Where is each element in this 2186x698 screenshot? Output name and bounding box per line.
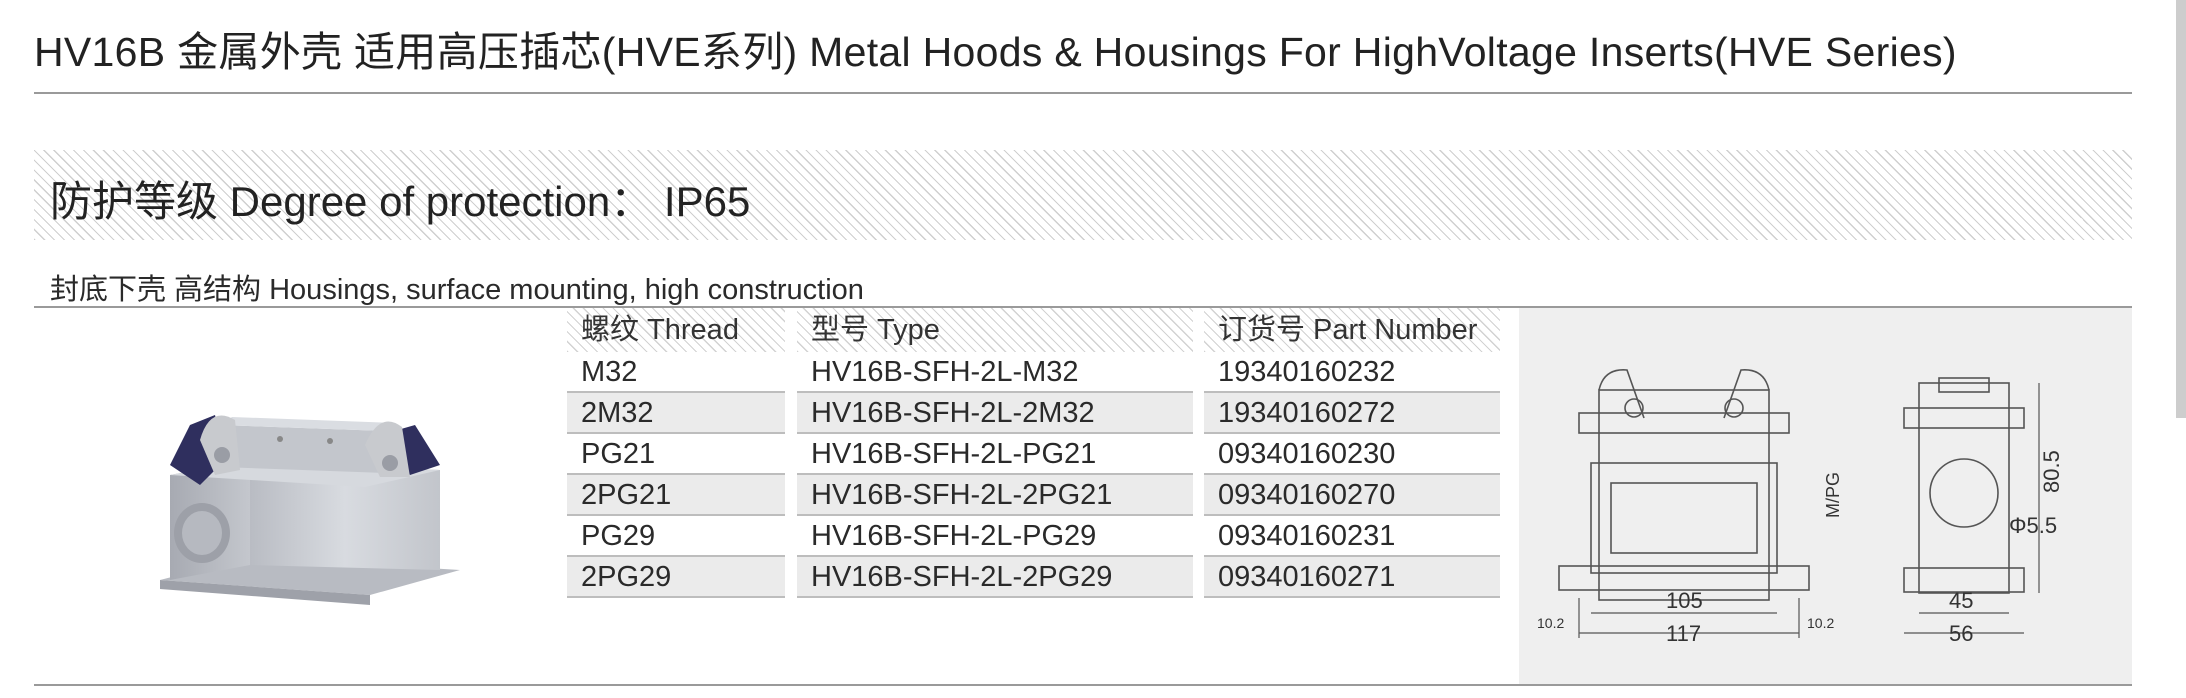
- table-cell-type: HV16B-SFH-2L-M32: [797, 352, 1193, 393]
- section-subtitle: 封底下壳 高结构 Housings, surface mounting, hig…: [50, 274, 864, 306]
- front-edge-left: 10.2: [1537, 615, 1564, 631]
- table-cell-part-number: 19340160232: [1204, 352, 1500, 393]
- table-cell-type: HV16B-SFH-2L-2PG21: [797, 475, 1193, 516]
- table-cell-part-number: 09340160230: [1204, 434, 1500, 475]
- part-number-column: 订货号 Part Number 19340160232 19340160272 …: [1204, 308, 1500, 598]
- side-height-dim: 80.5: [2039, 450, 2064, 493]
- product-photo: [160, 415, 460, 605]
- side-dim-inner: 45: [1949, 588, 1973, 613]
- type-header: 型号 Type: [797, 308, 1193, 352]
- table-cell-thread: PG29: [567, 516, 785, 557]
- table-cell-part-number: 19340160272: [1204, 393, 1500, 434]
- table-cell-part-number: 09340160270: [1204, 475, 1500, 516]
- front-dim-inner: 105: [1666, 588, 1703, 613]
- table-cell-part-number: 09340160271: [1204, 557, 1500, 598]
- front-dim-outer: 117: [1666, 621, 1701, 646]
- side-hole-dim: Φ5.5: [2009, 513, 2057, 538]
- protection-heading: 防护等级 Degree of protection： IP65: [50, 178, 751, 225]
- table-cell-type: HV16B-SFH-2L-2M32: [797, 393, 1193, 434]
- table-cell-thread: 2PG21: [567, 475, 785, 516]
- side-dim-outer: 56: [1949, 621, 1973, 646]
- thread-header: 螺纹 Thread: [567, 308, 785, 352]
- scrollbar[interactable]: [2176, 0, 2186, 418]
- table-cell-type: HV16B-SFH-2L-PG29: [797, 516, 1193, 557]
- table-cell-thread: M32: [567, 352, 785, 393]
- table-cell-type: HV16B-SFH-2L-PG21: [797, 434, 1193, 475]
- technical-drawing: 105 117 45 56 Φ5.5 80.5 10.2 10.2 M/PG: [1537, 369, 2064, 646]
- table-cell-thread: 2M32: [567, 393, 785, 434]
- table-cell-thread: 2PG29: [567, 557, 785, 598]
- page-title: HV16B 金属外壳 适用高压插芯(HVE系列) Metal Hoods & H…: [34, 29, 1957, 75]
- table-cell-type: HV16B-SFH-2L-2PG29: [797, 557, 1193, 598]
- thread-label: M/PG: [1823, 472, 1843, 518]
- table-cell-thread: PG21: [567, 434, 785, 475]
- type-column: 型号 Type HV16B-SFH-2L-M32 HV16B-SFH-2L-2M…: [797, 308, 1193, 598]
- part-number-header: 订货号 Part Number: [1204, 308, 1500, 352]
- thread-column: 螺纹 Thread M32 2M32 PG21 2PG21 PG29 2PG29: [567, 308, 785, 598]
- title-divider: [34, 92, 2132, 94]
- table-cell-part-number: 09340160231: [1204, 516, 1500, 557]
- bottom-divider: [34, 684, 2132, 686]
- front-edge-right: 10.2: [1807, 615, 1834, 631]
